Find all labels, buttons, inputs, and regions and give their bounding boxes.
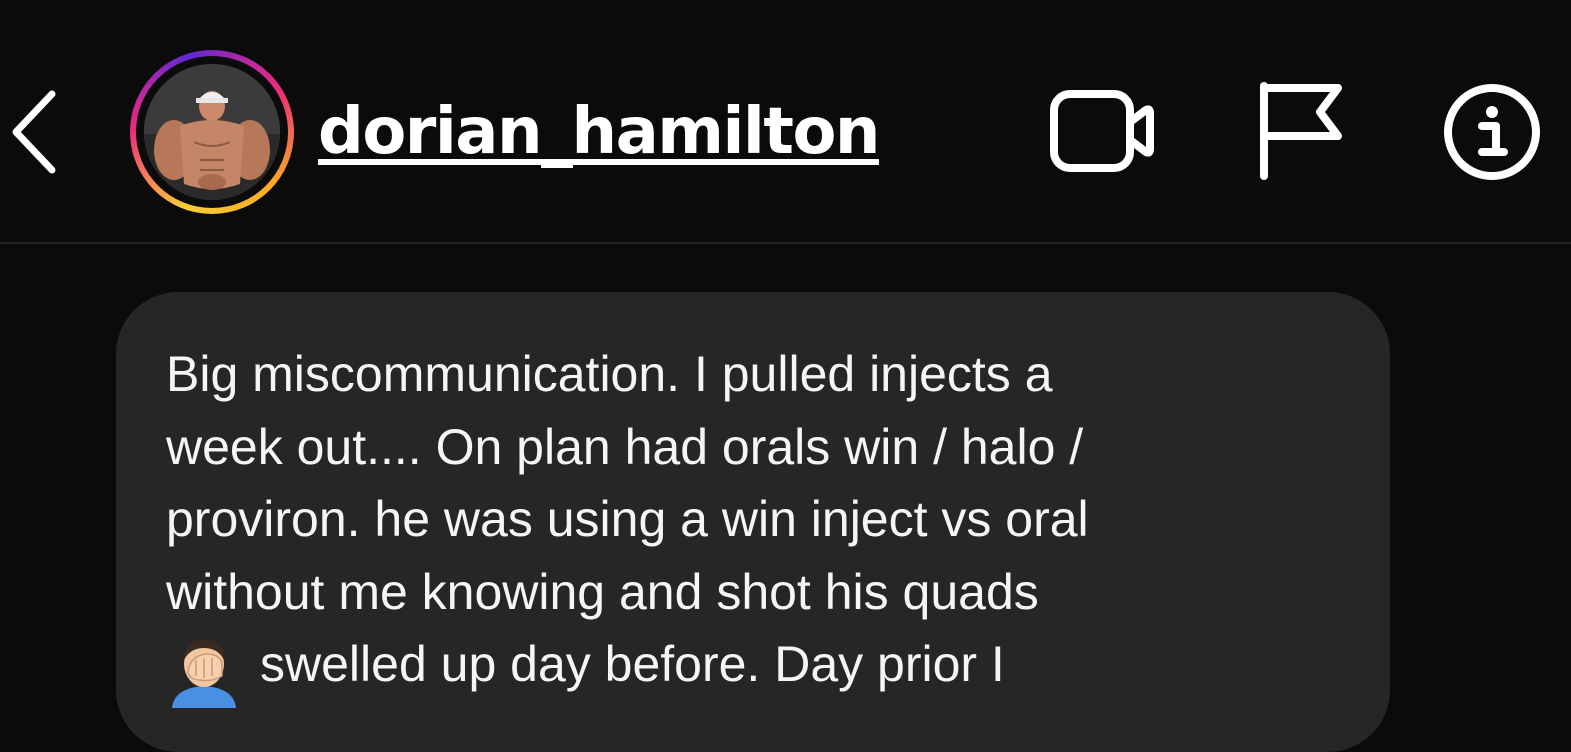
report-flag-button[interactable]	[1254, 78, 1346, 182]
username-link[interactable]: dorian_hamilton	[318, 92, 880, 172]
message-line-4: without me knowing and shot his quads	[166, 563, 1039, 620]
profile-avatar[interactable]	[130, 50, 294, 214]
header-divider	[0, 242, 1571, 244]
chat-header: dorian_hamilton	[0, 0, 1571, 244]
avatar-image	[144, 64, 280, 200]
message-line-1: Big miscommunication. I pulled injects a	[166, 346, 1053, 402]
flag-icon	[1260, 82, 1342, 180]
info-icon	[1444, 84, 1540, 180]
message-text: Big miscommunication. I pulled injects a…	[166, 338, 1306, 701]
face-palm-emoji	[166, 632, 242, 708]
message-line-5: swelled up day before. Day prior I	[260, 636, 1005, 692]
back-button[interactable]	[0, 80, 70, 180]
message-line-3: proviron. he was using a win inject vs o…	[166, 491, 1089, 547]
message-line-2: week out.... On plan had orals win / hal…	[166, 418, 1084, 475]
video-camera-icon	[1050, 90, 1154, 172]
chevron-left-icon	[12, 90, 56, 174]
video-call-button[interactable]	[1046, 86, 1156, 176]
info-button[interactable]	[1440, 80, 1544, 184]
